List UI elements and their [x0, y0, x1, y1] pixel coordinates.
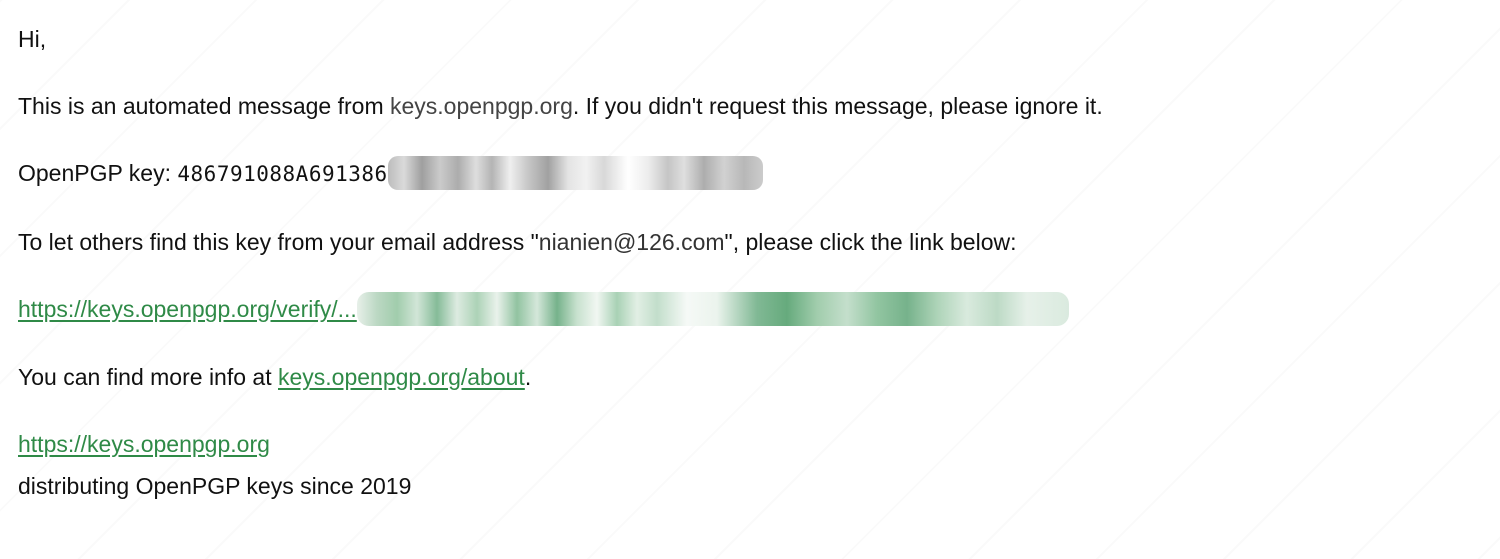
more-info-text-after: .	[524, 364, 532, 390]
intro-domain: keys.openpgp.org	[390, 93, 573, 119]
footer-tagline-line: distributing OpenPGP keys since 2019	[18, 471, 411, 501]
verify-redaction-mask	[356, 292, 1069, 326]
key-label: OpenPGP key:	[18, 160, 178, 187]
verify-link[interactable]: https://keys.openpgp.org/verify/...	[18, 296, 357, 322]
key-fingerprint: 486791088A691386	[177, 162, 388, 187]
greeting-text: Hi,	[18, 26, 47, 52]
let-others-text-before: To let others find this key from your em…	[18, 229, 539, 255]
footer-home-link[interactable]: https://keys.openpgp.org	[18, 431, 270, 457]
key-redaction-mask	[387, 156, 763, 190]
let-others-line: To let others find this key from your em…	[18, 227, 1017, 257]
intro-text-before: This is an automated message from	[18, 93, 390, 119]
let-others-text-after: ", please click the link below:	[724, 229, 1017, 255]
intro-text-after: . If you didn't request this message, pl…	[572, 93, 1103, 119]
greeting-line: Hi,	[18, 24, 46, 54]
more-info-line: You can find more info at keys.openpgp.o…	[18, 362, 531, 392]
footer-link-line: https://keys.openpgp.org	[18, 429, 270, 459]
user-email-address: nianien@126.com	[538, 229, 725, 255]
verify-line: https://keys.openpgp.org/verify/...	[18, 292, 1069, 328]
about-link[interactable]: keys.openpgp.org/about	[278, 364, 525, 390]
more-info-text-before: You can find more info at	[18, 364, 278, 390]
intro-line: This is an automated message from keys.o…	[18, 91, 1103, 121]
key-line: OpenPGP key: 486791088A691386	[18, 156, 763, 192]
footer-tagline: distributing OpenPGP keys since 2019	[18, 473, 412, 499]
